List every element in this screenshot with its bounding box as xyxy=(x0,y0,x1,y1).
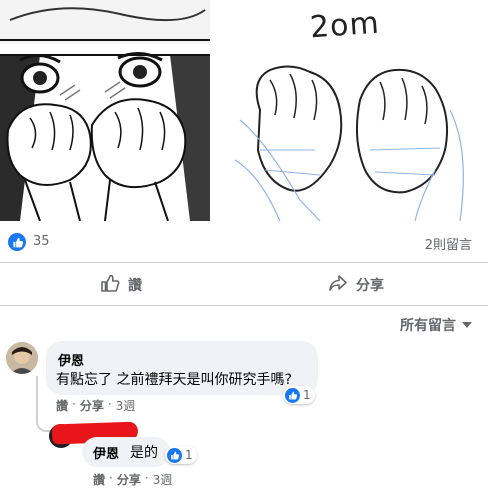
reply-actions: 讚 · 分享 · 3週 xyxy=(93,471,173,488)
comment-actions: 讚 · 分享 · 3週 xyxy=(56,397,136,414)
comment-text: 有點忘了 之前禮拜天是叫你研究手嗎? xyxy=(56,372,292,388)
comment-reaction-chip[interactable]: 1 xyxy=(283,386,315,404)
comment-timestamp[interactable]: 3週 xyxy=(116,397,136,414)
comment-like-link[interactable]: 讚 xyxy=(56,397,68,414)
post-action-bar xyxy=(0,264,488,306)
like-button[interactable]: 讚 xyxy=(100,271,142,299)
thumbs-up-icon xyxy=(100,273,120,297)
manga-panel-image xyxy=(0,0,210,221)
hand-sketch-image: 2om xyxy=(220,0,488,221)
comment-like-count: 1 xyxy=(303,388,311,402)
comment-filter-label: 所有留言 xyxy=(400,318,456,334)
comment-reply-link[interactable]: 分享 xyxy=(80,397,104,414)
reply-thread-line xyxy=(36,376,52,432)
like-button-label: 讚 xyxy=(128,278,142,294)
like-badge-icon xyxy=(167,447,182,463)
like-badge-icon xyxy=(285,387,300,403)
avatar[interactable] xyxy=(6,342,38,374)
post-image[interactable]: 2om xyxy=(0,0,488,221)
share-arrow-icon xyxy=(328,273,348,297)
comment-author[interactable]: 伊恩 xyxy=(58,350,84,369)
comment-filter-dropdown[interactable]: 所有留言 xyxy=(400,315,472,335)
reply-text: 是的 xyxy=(130,445,158,461)
reply-reaction-chip[interactable]: 1 xyxy=(165,446,197,464)
comment-count-link[interactable]: 2則留言 xyxy=(425,234,472,253)
share-button-label: 分享 xyxy=(356,278,384,294)
reaction-count[interactable]: 35 xyxy=(33,234,50,249)
reactions-summary-row xyxy=(0,221,488,263)
caret-down-icon xyxy=(462,322,472,328)
reply-like-link[interactable]: 讚 xyxy=(93,471,105,488)
like-badge-icon[interactable] xyxy=(8,233,26,251)
share-button[interactable]: 分享 xyxy=(328,271,384,299)
reply-author[interactable]: 伊恩 xyxy=(93,443,119,462)
reply-like-count: 1 xyxy=(185,448,193,462)
reply-timestamp[interactable]: 3週 xyxy=(153,471,173,488)
reply-reply-link[interactable]: 分享 xyxy=(117,471,141,488)
image-handwritten-caption: 2om xyxy=(308,5,381,46)
